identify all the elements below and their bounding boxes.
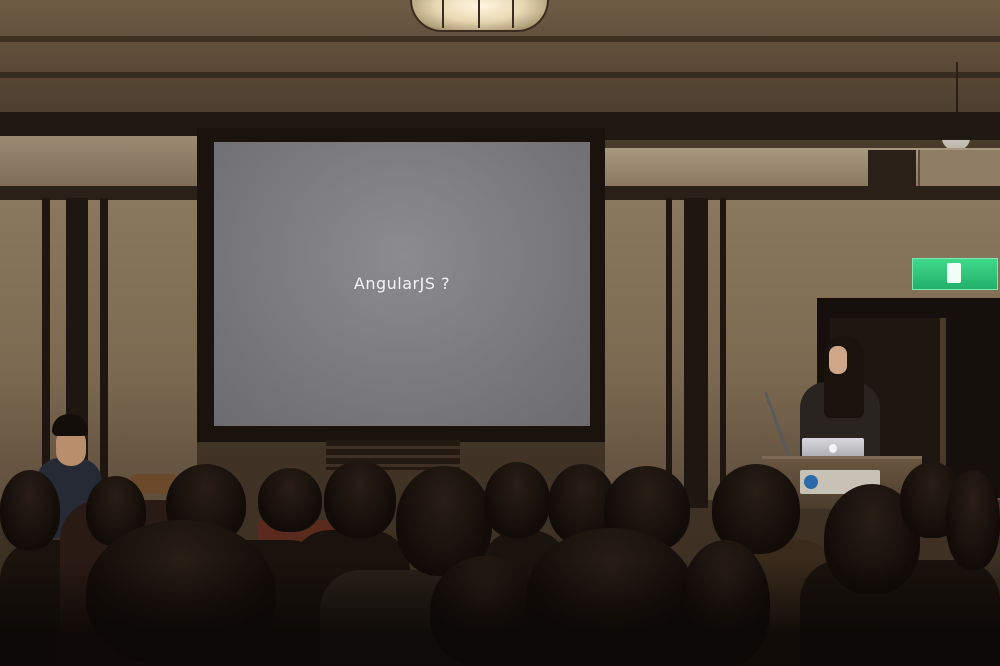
- apple-logo-icon: [829, 444, 837, 453]
- conference-photo: AngularJS ?: [0, 0, 1000, 666]
- slide-title: AngularJS ?: [353, 274, 451, 293]
- air-vent: [918, 150, 1000, 190]
- wall-left: [0, 200, 197, 500]
- wall-pillar: [100, 198, 108, 508]
- podium-logo-icon: [804, 475, 818, 489]
- wall-pillar: [666, 198, 672, 508]
- soffit-left: [0, 136, 200, 186]
- audience-head: [484, 462, 550, 538]
- foreground-shadow: [0, 560, 1000, 666]
- lamp-rib: [478, 0, 480, 28]
- running-man-icon: [947, 263, 961, 283]
- emergency-exit-sign: [912, 258, 998, 290]
- pendant-lamp: [410, 0, 549, 32]
- projector-housing: [868, 150, 916, 190]
- wall-pillar: [720, 198, 726, 508]
- audience-head: [258, 468, 322, 532]
- attendee-hair: [52, 414, 88, 436]
- wall-pillar: [684, 198, 708, 508]
- audience-head: [946, 470, 1000, 570]
- ceiling-molding: [0, 72, 1000, 78]
- door-handle: [940, 318, 946, 468]
- lamp-rib: [512, 0, 514, 28]
- audience-head: [324, 460, 396, 538]
- speaker-face: [829, 346, 847, 374]
- lamp-rib: [442, 0, 444, 28]
- audience-head: [0, 470, 60, 550]
- ceiling-molding: [0, 36, 1000, 42]
